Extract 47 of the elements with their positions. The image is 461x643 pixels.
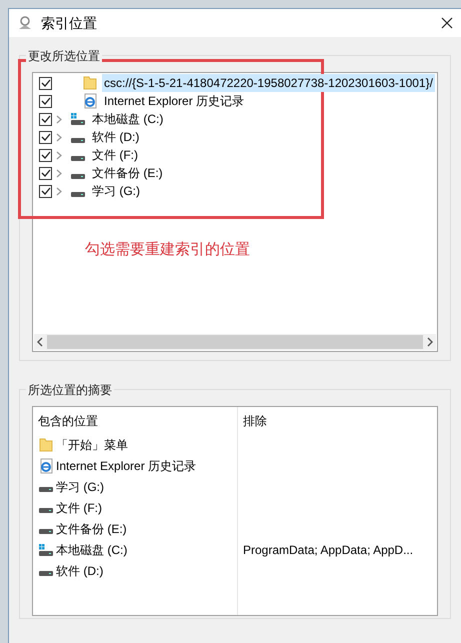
tree-item[interactable]: Internet Explorer 历史记录 (102, 92, 246, 110)
drive-icon (70, 172, 86, 180)
checkbox[interactable] (39, 184, 52, 198)
app-icon (17, 16, 33, 30)
annotation-text: 勾选需要重建索引的位置 (85, 240, 250, 260)
checkbox[interactable] (39, 76, 52, 90)
tree-item[interactable]: 文件 (F:) (90, 146, 140, 164)
tree-item[interactable]: 本地磁盘 (C:) (90, 110, 166, 128)
drive-icon (38, 486, 54, 493)
column-header: 排除 (243, 413, 268, 430)
table-cell-text: Internet Explorer 历史记录 (56, 458, 196, 474)
checkbox[interactable] (39, 130, 52, 144)
browser-icon (38, 458, 54, 474)
checkbox[interactable] (39, 166, 52, 180)
table-cell-text: 「开始」菜单 (56, 436, 128, 454)
scroll-left-icon[interactable] (36, 337, 44, 347)
folder-icon (82, 75, 98, 91)
drive-icon (38, 570, 54, 577)
folder-icon (38, 436, 54, 452)
column-header: 包含的位置 (38, 413, 99, 430)
tree-item[interactable]: 文件备份 (E:) (90, 164, 165, 182)
drive-icon (38, 528, 54, 535)
group-label: 所选位置的摘要 (26, 381, 114, 399)
table-cell-text: 软件 (D:) (56, 562, 104, 580)
drive-icon (70, 154, 86, 162)
drive-icon (38, 542, 54, 558)
group-label: 更改所选位置 (26, 47, 102, 65)
drive-icon (70, 190, 86, 198)
tree-item[interactable]: 学习 (G:) (90, 182, 142, 200)
table-cell-text: 学习 (G:) (56, 478, 104, 496)
browser-icon (82, 93, 98, 109)
drive-icon (70, 136, 86, 144)
checkbox[interactable] (39, 94, 52, 108)
drive-icon (70, 111, 86, 127)
scroll-right-icon[interactable] (426, 337, 434, 347)
table-cell-text: 文件备份 (E:) (56, 520, 127, 538)
table-cell-text: 文件 (F:) (56, 500, 102, 516)
close-icon[interactable] (441, 17, 453, 29)
drive-icon (38, 507, 54, 514)
table-cell-text: 本地磁盘 (C:) (56, 542, 128, 558)
tree-item[interactable]: csc://{S-1-5-21-4180472220-1958027738-1202301603-1001}/ (102, 74, 435, 92)
checkbox[interactable] (39, 112, 52, 126)
scrollbar-thumb[interactable] (47, 335, 423, 349)
table-cell-text: ProgramData; AppData; AppD... (243, 542, 414, 558)
tree-item[interactable]: 软件 (D:) (90, 128, 142, 146)
window-title: 索引位置 (41, 14, 97, 32)
checkbox[interactable] (39, 148, 52, 162)
